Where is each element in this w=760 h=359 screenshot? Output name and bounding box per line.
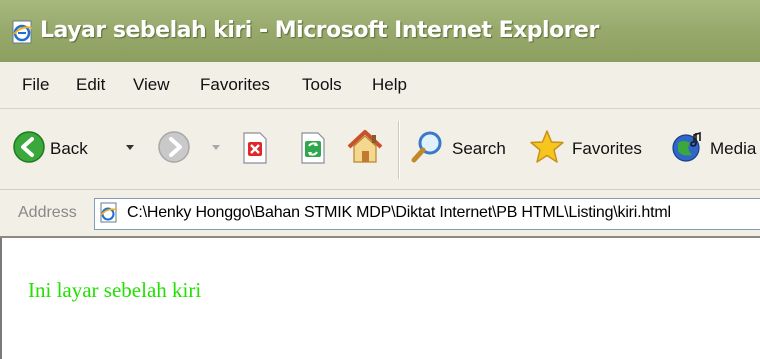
favorites-button[interactable]: Favorites bbox=[526, 109, 656, 189]
favorites-label: Favorites bbox=[572, 139, 642, 158]
media-label: Media bbox=[710, 139, 757, 158]
forward-button[interactable] bbox=[155, 109, 195, 189]
menu-view[interactable]: View bbox=[133, 75, 170, 95]
back-label: Back bbox=[50, 139, 88, 158]
address-bar: Address C:\Henky Honggo\Bahan STMIK MDP\… bbox=[0, 190, 760, 238]
search-icon bbox=[411, 131, 442, 163]
content-text: Ini layar sebelah kiri bbox=[28, 278, 202, 302]
stop-button[interactable] bbox=[240, 131, 270, 165]
media-icon bbox=[672, 131, 701, 162]
forward-dropdown-arrow-icon bbox=[212, 145, 220, 150]
menu-edit[interactable]: Edit bbox=[76, 75, 105, 95]
back-dropdown-arrow-icon[interactable] bbox=[126, 145, 134, 150]
media-button[interactable]: Media bbox=[668, 109, 760, 189]
menu-favorites[interactable]: Favorites bbox=[200, 75, 270, 95]
address-value: C:\Henky Honggo\Bahan STMIK MDP\Diktat I… bbox=[127, 204, 671, 221]
page-content: Ini layar sebelah kiri bbox=[0, 238, 760, 359]
standard-toolbar: Back Search Favorites Media bbox=[0, 109, 760, 190]
page-icon bbox=[100, 202, 118, 223]
address-input[interactable]: C:\Henky Honggo\Bahan STMIK MDP\Diktat I… bbox=[94, 198, 760, 230]
toolbar-separator bbox=[398, 121, 400, 179]
title-bar: Layar sebelah kiri - Microsoft Internet … bbox=[0, 0, 760, 62]
refresh-icon bbox=[301, 132, 325, 164]
stop-icon bbox=[243, 132, 267, 164]
search-label: Search bbox=[452, 139, 506, 158]
home-icon bbox=[347, 130, 383, 163]
menu-help[interactable]: Help bbox=[372, 75, 407, 95]
forward-arrow-icon bbox=[158, 131, 190, 163]
back-arrow-icon bbox=[13, 131, 45, 163]
address-label: Address bbox=[18, 204, 77, 221]
search-button[interactable]: Search bbox=[408, 109, 513, 189]
menu-tools[interactable]: Tools bbox=[302, 75, 342, 95]
back-button[interactable]: Back bbox=[10, 109, 120, 189]
menu-bar: File Edit View Favorites Tools Help bbox=[0, 62, 760, 109]
favorites-star-icon bbox=[530, 130, 564, 163]
menu-file[interactable]: File bbox=[22, 75, 49, 95]
ie-page-icon bbox=[12, 20, 33, 44]
window-title: Layar sebelah kiri - Microsoft Internet … bbox=[40, 18, 599, 43]
home-button[interactable] bbox=[345, 127, 385, 167]
refresh-button[interactable] bbox=[298, 131, 328, 165]
